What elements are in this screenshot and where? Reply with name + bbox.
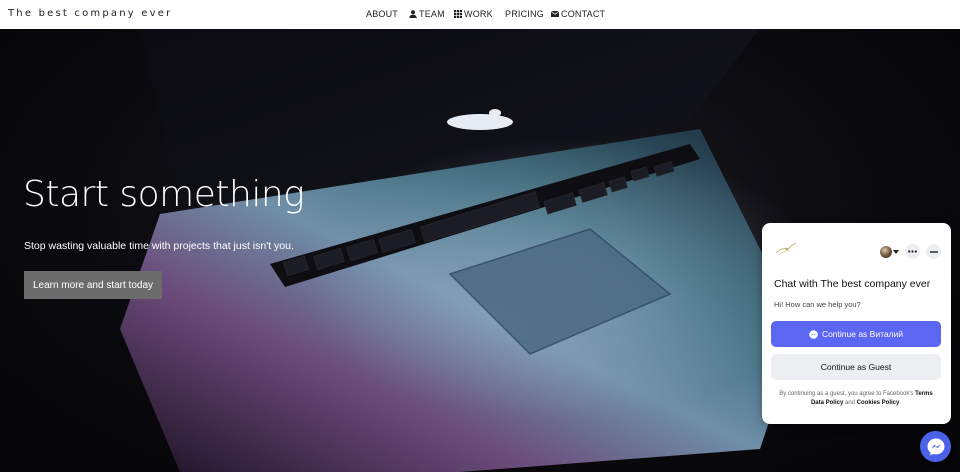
messenger-chat-widget: Chat with The best company ever Hi! How … (762, 223, 951, 424)
company-logo-icon (775, 242, 797, 256)
learn-more-button[interactable]: Learn more and start today (24, 271, 162, 299)
envelope-icon (551, 10, 559, 17)
continue-as-guest-button[interactable]: Continue as Guest (771, 354, 941, 380)
nav-about[interactable]: ABOUT (366, 9, 398, 19)
chat-legal-text: By continuing as a guest, you agree to F… (779, 391, 933, 406)
hero-subtitle: Stop wasting valuable time with projects… (24, 240, 294, 252)
nav-work[interactable]: WORK (454, 9, 493, 19)
messenger-launcher-button[interactable] (920, 431, 951, 462)
account-switcher[interactable] (880, 245, 899, 258)
nav-contact[interactable]: CONTACT (551, 9, 605, 19)
legal-prefix: By continuing as a guest, you agree to F… (779, 391, 914, 397)
legal-and: and (844, 400, 855, 406)
chat-title: Chat with The best company ever (774, 278, 931, 290)
chat-header-controls (880, 244, 941, 259)
nav-team[interactable]: TEAM (409, 9, 445, 19)
continue-as-user-button[interactable]: Continue as Виталий (771, 321, 941, 347)
minimize-button[interactable] (926, 244, 941, 259)
cookies-policy-link[interactable]: Cookies Policy (857, 400, 900, 406)
nav-about-label: ABOUT (366, 9, 399, 19)
more-options-button[interactable] (905, 244, 920, 259)
nav-team-label: TEAM (419, 9, 445, 19)
chevron-down-icon (893, 249, 899, 254)
brand-name[interactable]: The best company ever (8, 8, 172, 19)
terms-link[interactable]: Terms (915, 391, 933, 397)
data-policy-link[interactable]: Data Policy (811, 400, 843, 406)
continue-as-user-label: Continue as Виталий (821, 329, 904, 339)
chat-greeting: Hi! How can we help you? (774, 300, 861, 309)
messenger-icon (927, 438, 944, 455)
minimize-icon (929, 250, 938, 253)
avatar (880, 245, 892, 258)
grid-icon (454, 10, 462, 18)
nav-pricing[interactable]: PRICING (505, 9, 544, 19)
user-icon (409, 10, 417, 18)
nav-contact-label: CONTACT (561, 9, 606, 19)
hero-title: Start something (23, 174, 305, 215)
top-navbar: The best company ever ABOUT TEAM WORK PR… (0, 0, 960, 29)
nav-pricing-label: PRICING (505, 9, 544, 19)
messenger-icon (809, 329, 818, 339)
nav-work-label: WORK (464, 9, 493, 19)
ellipsis-icon (908, 250, 917, 253)
